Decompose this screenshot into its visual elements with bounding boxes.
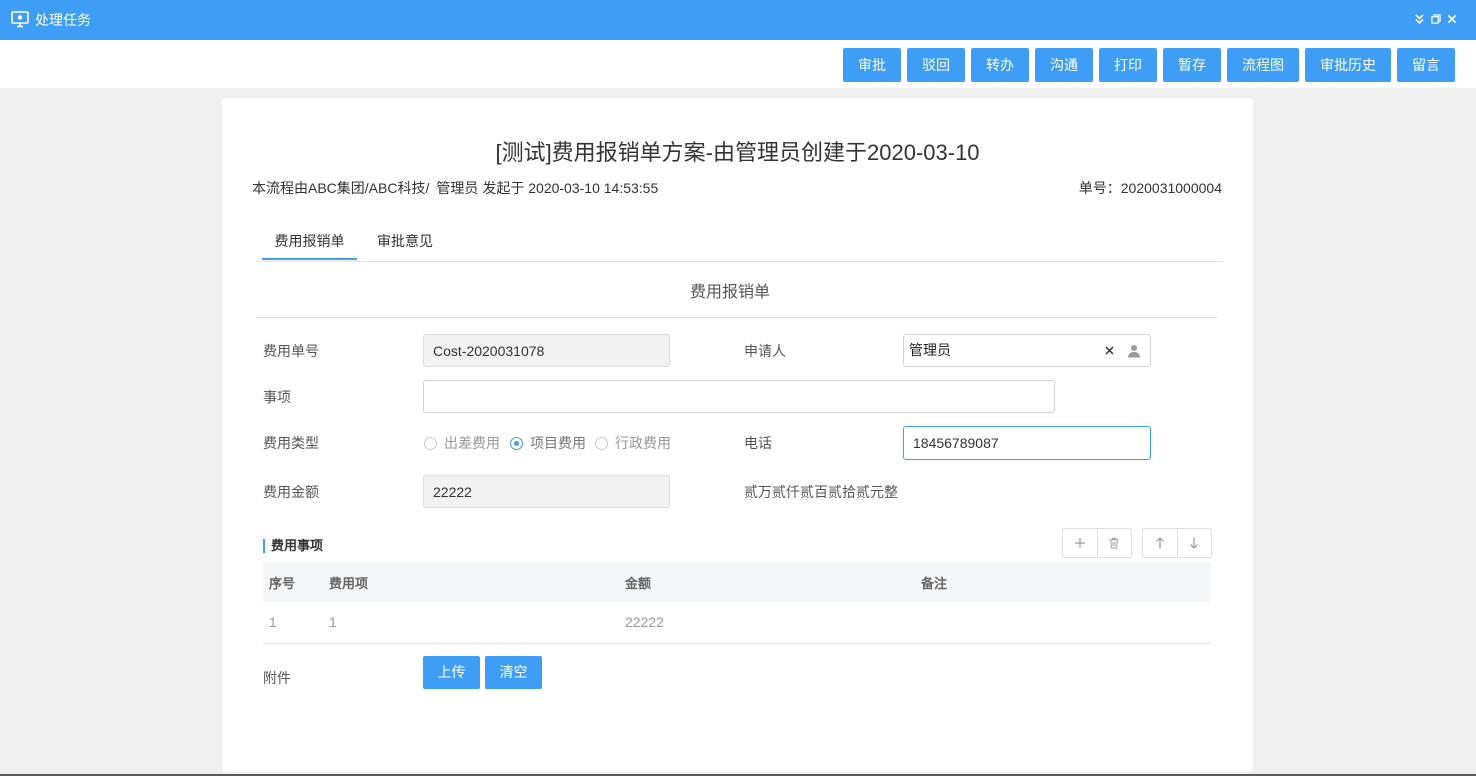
approval-history-button[interactable]: 审批历史	[1305, 48, 1391, 82]
cell-index: 1	[263, 602, 323, 644]
flow-info: 本流程由ABC集团/ABC科技/管理员 发起于 2020-03-10 14:53:…	[252, 179, 658, 197]
toolbar-button-group: 审批 驳回 转办 沟通 打印 暂存 流程图 审批历史 留言	[843, 48, 1455, 82]
flow-initiator: 管理员	[436, 180, 479, 196]
window-titlebar: 处理任务	[0, 0, 1476, 40]
approve-button[interactable]: 审批	[843, 48, 901, 82]
radio-project-expense[interactable]: 项目费用	[510, 433, 586, 453]
plus-icon	[1074, 537, 1086, 549]
table-row[interactable]: 1 1 22222	[263, 602, 1211, 644]
radio-admin-expense[interactable]: 行政费用	[595, 433, 671, 453]
transfer-button[interactable]: 转办	[971, 48, 1029, 82]
cell-remark[interactable]	[915, 602, 1211, 644]
amount-label: 费用金额	[263, 484, 319, 500]
message-button[interactable]: 留言	[1397, 48, 1455, 82]
tab-expense-form[interactable]: 费用报销单	[262, 226, 357, 260]
user-icon[interactable]	[1127, 344, 1141, 358]
double-chevron-down-icon[interactable]	[1414, 13, 1425, 25]
cost-no-label: 费用单号	[263, 343, 319, 359]
radio-circle	[424, 436, 437, 450]
column-header-remark: 备注	[915, 562, 1211, 602]
move-up-button[interactable]	[1143, 529, 1177, 557]
applicant-picker[interactable]: 管理员	[903, 334, 1151, 367]
trash-icon	[1108, 537, 1120, 549]
tabs-divider	[256, 261, 1223, 262]
add-row-button[interactable]	[1063, 529, 1097, 557]
form-title-divider	[256, 317, 1218, 318]
subject-label: 事项	[263, 389, 291, 405]
applicant-label: 申请人	[744, 343, 786, 359]
cost-no-field	[423, 334, 670, 367]
order-number-label: 单号：	[1078, 180, 1121, 196]
row-move-tools	[1142, 528, 1212, 558]
column-header-amount: 金额	[619, 562, 915, 602]
phone-field[interactable]	[903, 426, 1151, 460]
arrow-down-icon	[1188, 537, 1200, 549]
window-title: 处理任务	[35, 12, 91, 28]
close-icon[interactable]	[1447, 14, 1457, 24]
cell-item[interactable]: 1	[323, 602, 619, 644]
delete-row-button[interactable]	[1096, 529, 1132, 557]
clear-attachments-button[interactable]: 清空	[485, 656, 542, 689]
print-button[interactable]: 打印	[1099, 48, 1157, 82]
flow-start-time: 发起于 2020-03-10 14:53:55	[482, 180, 659, 196]
table-header-row: 序号 费用项 金额 备注	[263, 562, 1211, 602]
flowchart-button[interactable]: 流程图	[1227, 48, 1299, 82]
page-title: [测试]费用报销单方案-由管理员创建于2020-03-10	[495, 140, 980, 165]
save-draft-button[interactable]: 暂存	[1163, 48, 1221, 82]
tab-bar: 费用报销单 审批意见	[262, 226, 445, 260]
tab-approval-opinion[interactable]: 审批意见	[365, 226, 445, 260]
communicate-button[interactable]: 沟通	[1035, 48, 1093, 82]
attachment-label: 附件	[263, 670, 291, 686]
action-toolbar: 审批 驳回 转办 沟通 打印 暂存 流程图 审批历史 留言	[0, 40, 1476, 88]
order-number: 单号：2020031000004	[1079, 179, 1222, 197]
radio-circle	[595, 436, 608, 450]
radio-label: 出差费用	[444, 435, 500, 451]
form-card: [测试]费用报销单方案-由管理员创建于2020-03-10 本流程由ABC集团/…	[222, 98, 1253, 772]
applicant-value: 管理员	[909, 342, 951, 358]
subject-field[interactable]	[423, 380, 1055, 413]
column-header-index: 序号	[263, 562, 323, 602]
section-accent-bar	[263, 539, 265, 553]
radio-circle	[510, 436, 523, 450]
amount-in-words: 贰万贰仟贰百贰拾贰元整	[744, 484, 898, 500]
radio-travel-expense[interactable]: 出差费用	[424, 433, 500, 453]
clear-icon[interactable]	[1105, 346, 1114, 355]
phone-label: 电话	[744, 435, 772, 451]
arrow-up-icon	[1154, 537, 1166, 549]
monitor-icon	[11, 11, 29, 28]
upload-button[interactable]: 上传	[423, 656, 480, 689]
flow-org-path: 本流程由ABC集团/ABC科技/	[252, 180, 430, 196]
amount-field	[423, 475, 670, 508]
restore-icon[interactable]	[1431, 14, 1441, 24]
order-number-value: 2020031000004	[1120, 180, 1222, 196]
form-title: 费用报销单	[689, 284, 770, 301]
row-edit-tools	[1062, 528, 1132, 558]
radio-label: 行政费用	[615, 435, 671, 451]
cost-type-label: 费用类型	[263, 435, 319, 451]
reject-button[interactable]: 驳回	[907, 48, 965, 82]
radio-label: 项目费用	[530, 435, 586, 451]
expense-items-table: 序号 费用项 金额 备注 1 1 22222	[263, 562, 1211, 644]
column-header-item: 费用项	[323, 562, 619, 602]
section-title: 费用事项	[271, 538, 324, 553]
move-down-button[interactable]	[1176, 529, 1212, 557]
cell-amount[interactable]: 22222	[619, 602, 915, 644]
